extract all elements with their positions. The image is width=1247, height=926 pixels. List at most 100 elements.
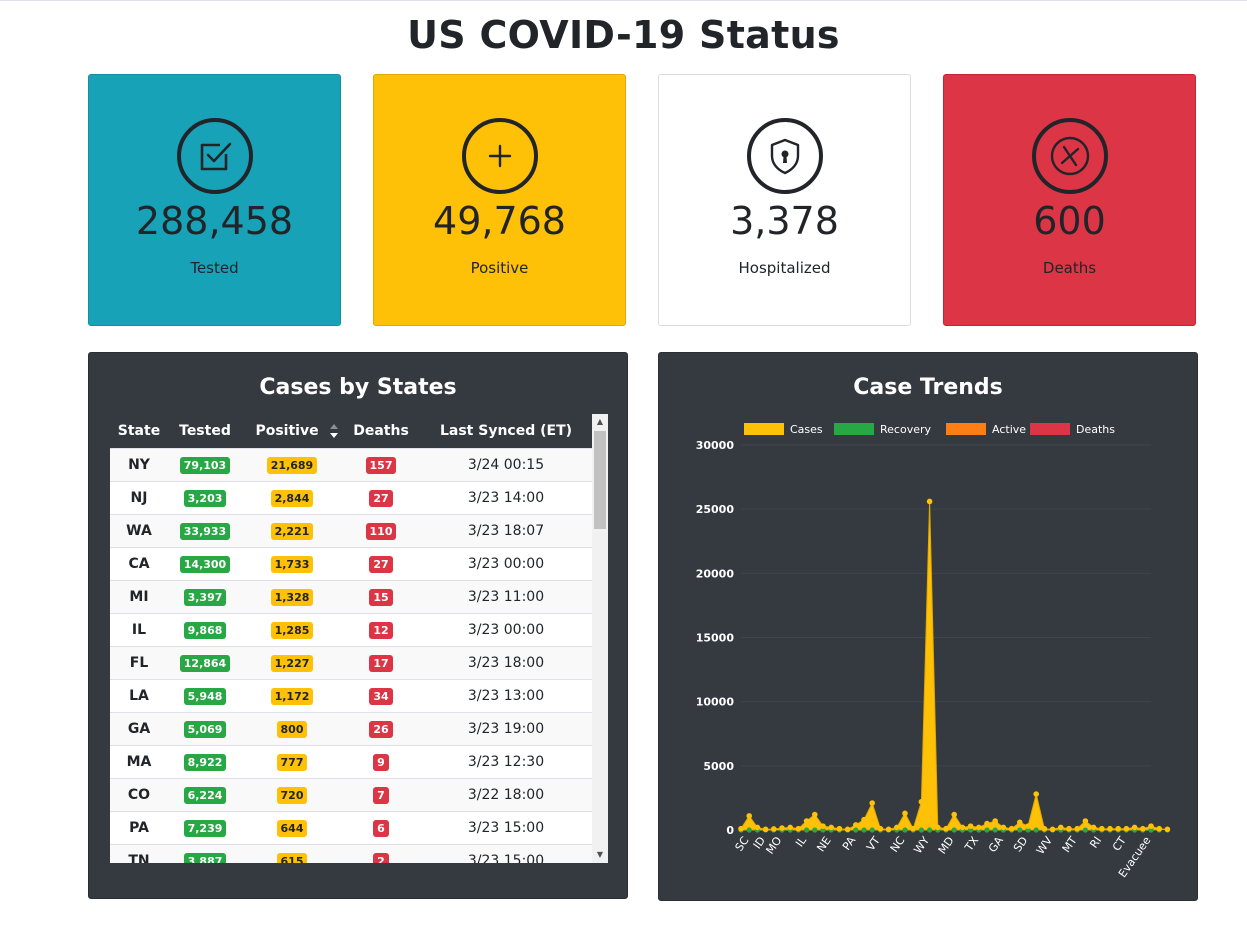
cases-point (844, 826, 851, 833)
cases-point (935, 824, 941, 831)
cell-positive: 2,844 (242, 482, 342, 514)
cell-positive: 615 (242, 845, 342, 863)
header-tested[interactable]: Tested (168, 414, 242, 448)
y-tick-label: 10000 (696, 696, 735, 709)
deaths-badge: 6 (373, 819, 389, 837)
positive-badge: 1,172 (270, 687, 314, 705)
cell-deaths: 27 (342, 482, 420, 514)
y-tick-label: 25000 (696, 503, 735, 516)
checkbox-icon (177, 118, 253, 194)
cases-point (1041, 825, 1048, 832)
recovery-point (984, 827, 990, 833)
positive-value: 49,768 (433, 199, 566, 243)
table-row[interactable]: LA 5,948 1,172 34 3/23 13:00 (110, 679, 592, 712)
case-trends-chart[interactable]: 0 5000 10000 15000 20000 25000 30000 Cases Recov… (659, 353, 1199, 902)
tested-badge: 8,922 (183, 753, 227, 771)
header-state[interactable]: State (110, 414, 168, 448)
table-row[interactable]: WA 33,933 2,221 110 3/23 18:07 (110, 514, 592, 547)
tested-badge: 7,239 (183, 819, 227, 837)
table-row[interactable]: CA 14,300 1,733 27 3/23 00:00 (110, 547, 592, 580)
cell-synced: 3/23 14:00 (467, 490, 545, 506)
positive-badge: 1,733 (270, 555, 314, 573)
x-tick-label: GA (986, 834, 1006, 855)
table-row[interactable]: CO 6,224 720 7 3/22 18:00 (110, 778, 592, 811)
cell-state: WA (126, 523, 152, 539)
deaths-badge: 34 (369, 687, 393, 705)
x-tick-label: TX (962, 834, 982, 854)
cases-point (959, 824, 966, 831)
legend-label: Active (992, 423, 1026, 436)
y-tick-label: 5000 (703, 760, 734, 773)
table-row[interactable]: GA 5,069 800 26 3/23 19:00 (110, 712, 592, 745)
deaths-badge: 27 (369, 555, 393, 573)
deaths-badge: 27 (369, 489, 393, 507)
cases-point (1049, 826, 1056, 833)
table-row[interactable]: IL 9,868 1,285 12 3/23 00:00 (110, 613, 592, 646)
cell-positive: 1,328 (242, 581, 342, 613)
tested-badge: 12,864 (179, 654, 231, 672)
cases-point (1140, 825, 1146, 832)
table-row[interactable]: NJ 3,203 2,844 27 3/23 14:00 (110, 481, 592, 514)
cell-state: NJ (130, 490, 148, 506)
scroll-down-arrow-icon[interactable]: ▼ (592, 847, 608, 863)
cell-tested: 9,868 (168, 614, 242, 646)
cases-point (1090, 824, 1097, 831)
cell-positive: 1,733 (242, 548, 342, 580)
cell-state: NY (128, 457, 150, 473)
table-scrollbar[interactable]: ▲ ▼ (592, 414, 608, 863)
cases-point (861, 816, 867, 823)
cases-point (738, 825, 744, 832)
x-tick-label: SD (1011, 834, 1031, 854)
tested-badge: 6,224 (183, 786, 227, 804)
cases-point (877, 825, 884, 832)
tested-badge: 3,887 (183, 852, 227, 863)
deaths-badge: 26 (369, 720, 393, 738)
x-tick-label: PA (840, 834, 859, 853)
header-positive[interactable]: Positive (242, 414, 332, 448)
cell-tested: 3,887 (168, 845, 242, 863)
cell-synced: 3/23 18:07 (467, 523, 545, 539)
cell-tested: 14,300 (168, 548, 242, 580)
recovery-point (804, 827, 810, 833)
cases-point (812, 811, 818, 818)
cell-positive: 1,227 (242, 647, 342, 679)
x-tick-label: NC (888, 834, 908, 855)
deaths-card: 600 Deaths (943, 74, 1196, 326)
header-deaths[interactable]: Deaths (342, 414, 420, 448)
positive-badge: 1,285 (270, 621, 314, 639)
positive-card: 49,768 Positive (373, 74, 626, 326)
cases-point (820, 823, 826, 829)
table-row[interactable]: TN 3,887 615 2 3/23 15:00 (110, 844, 592, 863)
table-row[interactable]: PA 7,239 644 6 3/23 15:00 (110, 811, 592, 844)
cell-positive: 1,285 (242, 614, 342, 646)
hospitalized-card: 3,378 Hospitalized (658, 74, 911, 326)
cell-state: CO (127, 787, 151, 803)
table-row[interactable]: MI 3,397 1,328 15 3/23 11:00 (110, 580, 592, 613)
cases-point (787, 824, 793, 831)
scroll-thumb[interactable] (594, 431, 606, 529)
deaths-badge: 9 (373, 753, 389, 771)
table-row[interactable]: MA 8,922 777 9 3/23 12:30 (110, 745, 592, 778)
positive-badge: 777 (276, 753, 308, 771)
states-table[interactable]: State Tested Positive Deaths Last Synced… (110, 414, 608, 863)
cell-deaths: 7 (342, 779, 420, 811)
recovery-point (951, 827, 957, 833)
tested-value: 288,458 (135, 199, 294, 243)
cell-state: FL (129, 655, 149, 671)
table-row[interactable]: NY 79,103 21,689 157 3/24 00:15 (110, 448, 592, 481)
recovery-point (1017, 827, 1023, 833)
cases-point (869, 800, 875, 806)
positive-badge: 720 (276, 786, 308, 804)
sort-icon[interactable] (329, 423, 339, 439)
tested-label: Tested (190, 259, 239, 277)
table-row[interactable]: FL 12,864 1,227 17 3/23 18:00 (110, 646, 592, 679)
x-tick-label: WV (1034, 834, 1055, 857)
cases-point (976, 824, 982, 831)
header-synced[interactable]: Last Synced (ET) (420, 414, 592, 448)
cell-tested: 79,103 (168, 449, 242, 481)
cell-positive: 21,689 (242, 449, 342, 481)
cell-tested: 5,069 (168, 713, 242, 745)
shield-lock-icon (747, 118, 823, 194)
scroll-up-arrow-icon[interactable]: ▲ (592, 414, 608, 430)
cell-deaths: 34 (342, 680, 420, 712)
